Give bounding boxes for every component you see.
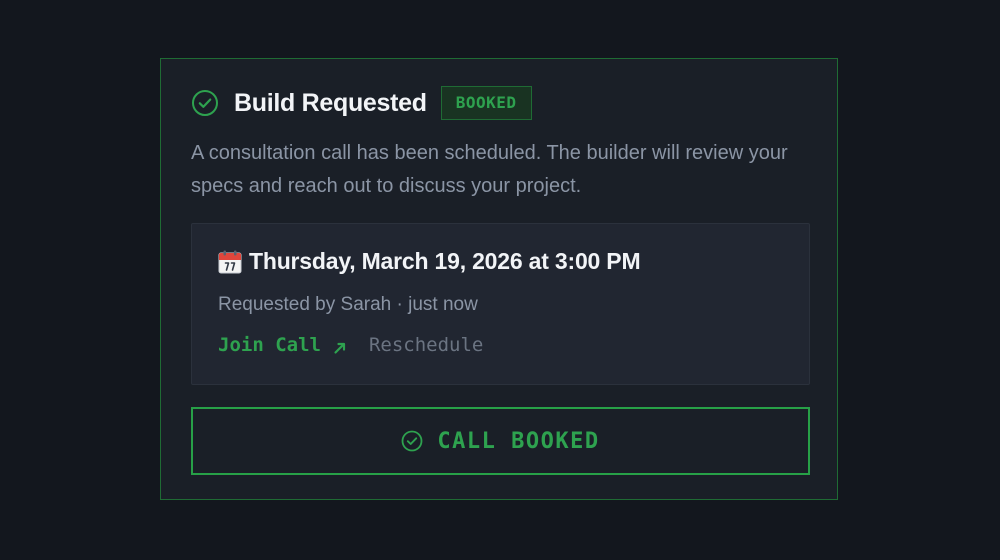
card-header: Build Requested BOOKED — [191, 85, 532, 121]
call-actions: Join Call Reschedule — [218, 334, 483, 356]
call-datetime-text: Thursday, March 19, 2026 at 3:00 PM — [249, 248, 641, 274]
scheduled-call-details: Thursday, March 19, 2026 at 3:00 PM Requ… — [191, 223, 810, 385]
check-circle-icon — [401, 430, 423, 452]
join-call-link[interactable]: Join Call — [218, 334, 347, 356]
call-datetime: Thursday, March 19, 2026 at 3:00 PM — [217, 248, 641, 275]
build-request-card: Build Requested BOOKED A consultation ca… — [160, 58, 838, 500]
calendar-icon — [217, 249, 243, 275]
join-call-label: Join Call — [218, 334, 321, 356]
card-description: A consultation call has been scheduled. … — [191, 142, 788, 197]
reschedule-link[interactable]: Reschedule — [369, 334, 483, 356]
call-booked-button[interactable]: CALL BOOKED — [191, 407, 810, 475]
status-badge: BOOKED — [440, 86, 532, 120]
arrow-up-right-icon — [333, 338, 347, 354]
call-booked-label: CALL BOOKED — [437, 428, 600, 454]
card-title: Build Requested — [234, 88, 427, 117]
requested-by-text: Requested by Sarah · just now — [218, 294, 478, 315]
check-circle-icon — [191, 89, 219, 117]
